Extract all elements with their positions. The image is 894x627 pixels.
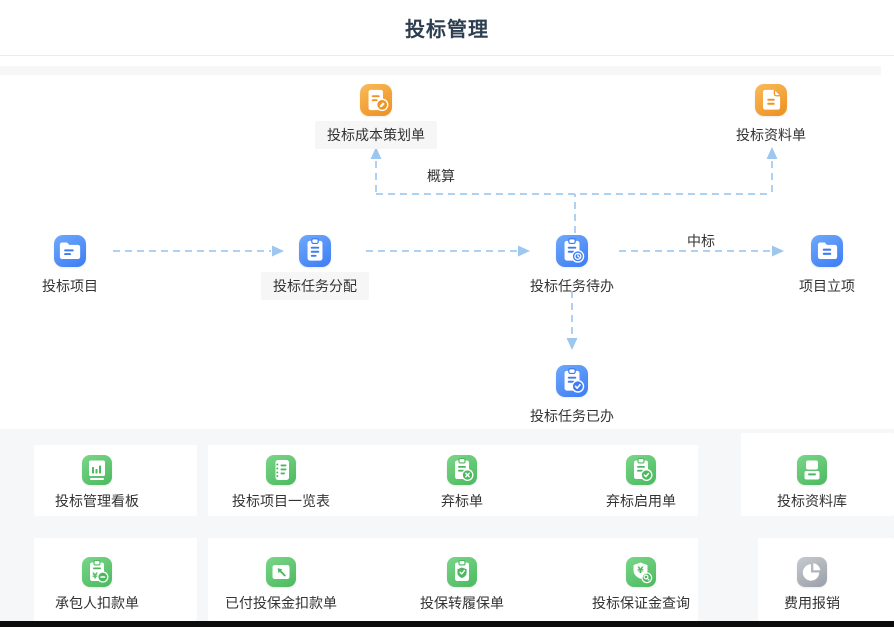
report-item-label: 承包人扣款单 bbox=[55, 593, 139, 613]
clipboard-clock-icon bbox=[556, 235, 588, 267]
flow-node-bid-data-sheet[interactable]: 投标资料单 bbox=[734, 84, 808, 149]
flow-node-label: 投标任务已办 bbox=[528, 402, 616, 430]
clipboard-check-icon bbox=[556, 365, 588, 397]
page-title: 投标管理 bbox=[405, 13, 489, 42]
doc-edit-icon bbox=[360, 84, 392, 116]
report-item-expense-reimbursement[interactable]: 费用报销 bbox=[784, 557, 840, 613]
doc-corner-icon bbox=[755, 84, 787, 116]
report-item-label: 已付投保金扣款单 bbox=[225, 593, 337, 613]
flow-node-label: 投标任务分配 bbox=[261, 272, 369, 300]
bar-chart-icon bbox=[82, 455, 112, 485]
flow-node-label: 投标资料单 bbox=[734, 121, 808, 149]
flow-node-task-assign[interactable]: 投标任务分配 bbox=[261, 235, 369, 300]
clipboard-list-icon bbox=[299, 235, 331, 267]
clipboard-yen-minus-icon: ¥ bbox=[82, 557, 112, 587]
flow-node-task-done[interactable]: 投标任务已办 bbox=[528, 365, 616, 430]
report-item-label: 投保转履保单 bbox=[420, 593, 504, 613]
report-item-label: 投标项目一览表 bbox=[232, 491, 330, 511]
report-item-bid-deposit-query[interactable]: ¥ 投标保证金查询 bbox=[592, 557, 690, 613]
edge-label-estimate: 概算 bbox=[427, 166, 455, 186]
report-item-label: 投标管理看板 bbox=[55, 491, 139, 511]
notebook-list-icon bbox=[266, 455, 296, 485]
page-header: 投标管理 bbox=[0, 0, 894, 56]
report-item-label: 投标资料库 bbox=[777, 491, 847, 511]
arrowhead-down bbox=[567, 338, 578, 350]
background-strip bbox=[0, 66, 881, 75]
folder-lines-icon bbox=[54, 235, 86, 267]
report-item-abandon-enable[interactable]: 弃标启用单 bbox=[606, 455, 676, 511]
flow-node-task-todo[interactable]: 投标任务待办 bbox=[528, 235, 616, 300]
clipboard-check-icon bbox=[626, 455, 656, 485]
clipboard-x-icon bbox=[447, 455, 477, 485]
report-item-label: 费用报销 bbox=[784, 593, 840, 613]
folder-doc-icon bbox=[811, 235, 843, 267]
pie-chart-icon bbox=[797, 557, 827, 587]
report-item-bid-data-library[interactable]: 投标资料库 bbox=[777, 455, 847, 511]
flow-node-label: 投标项目 bbox=[40, 272, 100, 300]
flow-node-bid-project[interactable]: 投标项目 bbox=[40, 235, 100, 300]
report-item-label: 投标保证金查询 bbox=[592, 593, 690, 613]
arrowhead-right-3 bbox=[772, 246, 784, 257]
report-item-label: 弃标单 bbox=[441, 491, 483, 511]
report-item-bid-dashboard[interactable]: 投标管理看板 bbox=[55, 455, 139, 511]
shield-yen-search-icon: ¥ bbox=[626, 557, 656, 587]
archive-icon bbox=[797, 455, 827, 485]
flow-node-label: 项目立项 bbox=[797, 272, 857, 300]
bid-management-screen: 投标管理 概算 中标 投标成本策划单 bbox=[0, 0, 894, 627]
wallet-arrow-icon bbox=[266, 557, 296, 587]
report-item-insurance-guarantee[interactable]: 投保转履保单 bbox=[420, 557, 504, 613]
report-item-project-list[interactable]: 投标项目一览表 bbox=[232, 455, 330, 511]
flow-node-label: 投标成本策划单 bbox=[315, 121, 437, 149]
flow-node-bid-cost-plan[interactable]: 投标成本策划单 bbox=[315, 84, 437, 149]
bottom-edge-bar bbox=[0, 621, 894, 627]
report-item-label: 弃标启用单 bbox=[606, 491, 676, 511]
report-item-abandon-bid[interactable]: 弃标单 bbox=[441, 455, 483, 511]
reports-section: 投标管理看板 投标项目一览表 弃标单 弃标启用单 投标资料库 bbox=[0, 429, 894, 621]
edge-label-win: 中标 bbox=[687, 231, 715, 251]
report-item-paid-deposit-deduction[interactable]: 已付投保金扣款单 bbox=[225, 557, 337, 613]
flow-node-project-setup[interactable]: 项目立项 bbox=[797, 235, 857, 300]
clipboard-shield-icon bbox=[447, 557, 477, 587]
flow-node-label: 投标任务待办 bbox=[528, 272, 616, 300]
report-item-contractor-deduction[interactable]: ¥ 承包人扣款单 bbox=[55, 557, 139, 613]
